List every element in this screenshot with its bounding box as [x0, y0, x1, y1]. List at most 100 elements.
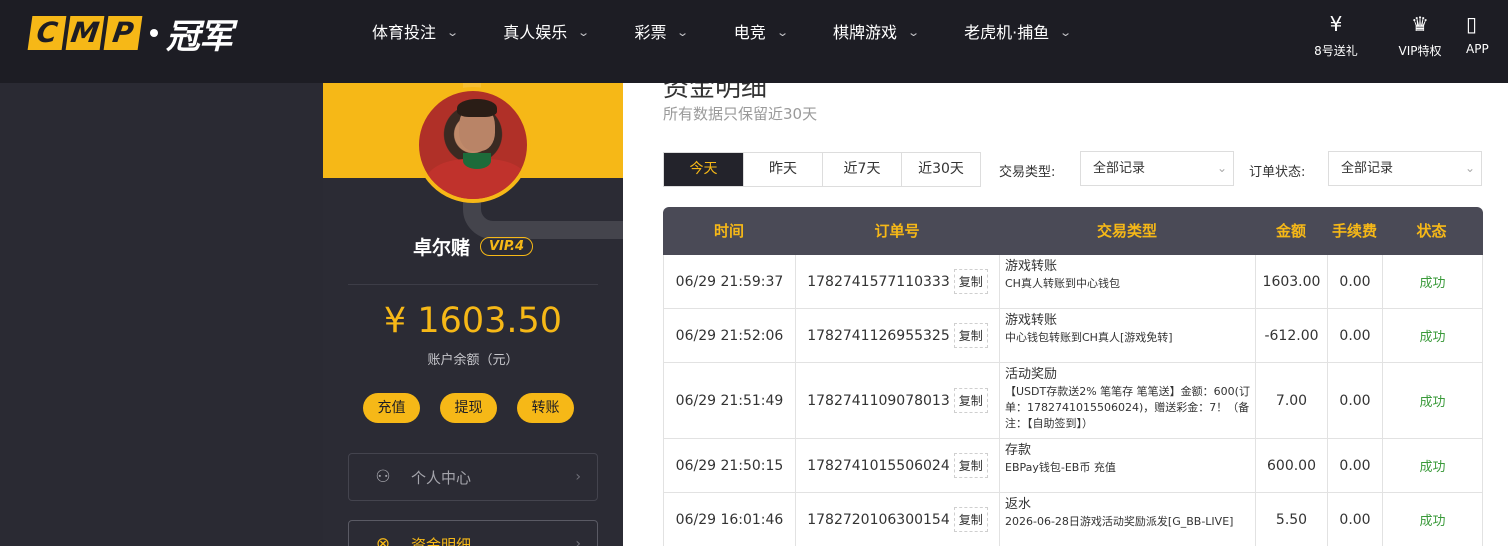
nav-item-sports[interactable]: 体育投注 ⌄ [372, 22, 460, 44]
order-status-select[interactable]: 全部记录 ⌄ [1328, 151, 1482, 186]
cell-time: 06/29 21:50:15 [664, 439, 796, 492]
withdraw-button[interactable]: 提现 [440, 393, 497, 423]
table-header: 时间 订单号 交易类型 金额 手续费 状态 [663, 207, 1483, 255]
nav-label: 彩票 [634, 23, 667, 42]
top-icon-group: ¥8号送礼 ♛ VIP特权 ▯ APP [1292, 12, 1508, 59]
app-download-button[interactable]: ▯ APP [1464, 12, 1508, 59]
tab-last-30-days[interactable]: 近30天 [901, 153, 980, 186]
chevron-down-icon: ⌄ [676, 26, 690, 39]
cell-fee: 0.00 [1328, 255, 1383, 308]
cell-amount: 600.00 [1256, 439, 1328, 492]
tab-yesterday[interactable]: 昨天 [743, 153, 822, 186]
vip-badge[interactable]: VIP.4 [479, 237, 534, 256]
avatar-hair [457, 99, 497, 117]
gift-button[interactable]: ¥8号送礼 [1296, 12, 1376, 59]
type-title: 活动奖励 [1005, 367, 1058, 382]
chevron-down-icon: ⌄ [577, 26, 591, 39]
select-value: 全部记录 [1093, 161, 1146, 176]
cell-type: 游戏转账中心钱包转账到CH真人[游戏免转] [1000, 309, 1256, 362]
nav-label: 电竞 [733, 23, 766, 42]
table-row: 06/29 21:52:06 1782741126955325 复制 游戏转账 中心… [663, 309, 1483, 363]
cell-amount: 5.50 [1256, 493, 1328, 546]
logo-dot [150, 29, 158, 37]
order-number: 1782720106300154 [807, 511, 950, 528]
copy-button[interactable]: 复制 [953, 507, 988, 532]
cell-type: 游戏转账 CH真人转账到中心钱包 [1000, 255, 1256, 308]
chevron-down-icon: ⌄ [1216, 161, 1227, 175]
cell-amount: 1603.00 [1256, 255, 1328, 308]
logo-cn-text: 冠军 [166, 16, 233, 57]
chevron-down-icon: ⌄ [446, 26, 460, 39]
type-desc: 中心钱包转账到CH真人[游戏免转] [1005, 331, 1173, 344]
table-row: 06/29 21:51:49 1782741109078013 复制 活动奖励 【U… [663, 363, 1483, 439]
column-header-order: 订单号 [874, 222, 920, 240]
copy-button[interactable]: 复制 [953, 323, 988, 348]
chevron-right-icon: › [575, 536, 581, 546]
table-row: 06/29 21:59:37 1782741577110333 复制 游戏转账 CH… [663, 255, 1483, 309]
page-subtitle: 所有数据只保留近30天 [663, 105, 818, 123]
nav-label: 棋牌游戏 [832, 23, 897, 42]
type-desc: 【USDT存款送2% 笔笔存 笔笔送】金额：600(订单：17827410155… [1005, 385, 1250, 430]
cell-fee: 0.00 [1328, 363, 1383, 438]
cell-type: 返水 2026-06-28日游戏活动奖励派发[G_BB-LIVE] [1000, 493, 1256, 546]
cell-amount: -612.00 [1256, 309, 1328, 362]
transaction-type-select[interactable]: 全部记录 ⌄ [1080, 151, 1234, 186]
transaction-type-label: 交易类型: [999, 165, 1056, 180]
select-value: 全部记录 [1341, 161, 1394, 176]
yen-coin-icon: ⊗ [375, 534, 391, 546]
avatar-collar [463, 153, 491, 169]
main-panel: 资金明细 所有数据只保留近30天 今天 昨天 近7天 近30天 交易类型: 全部… [623, 83, 1508, 546]
nav-item-card-games[interactable]: 棋牌游戏 ⌄ [832, 22, 920, 44]
order-number: 1782741015506024 [807, 457, 950, 474]
type-desc: EBPay钱包-EB币 充值 [1005, 461, 1116, 474]
transfer-button[interactable]: 转账 [517, 393, 574, 423]
balance-label: 账户余额（元） [427, 353, 519, 368]
phone-icon: ▯ [1466, 12, 1478, 36]
date-range-tabs: 今天 昨天 近7天 近30天 [663, 152, 981, 187]
nav-item-live-casino[interactable]: 真人娱乐 ⌄ [503, 22, 591, 44]
avatar[interactable] [415, 87, 531, 203]
menu-item-fund-details[interactable]: ⊗ 资金明细 › [348, 520, 598, 546]
type-title: 存款 [1005, 443, 1032, 458]
chevron-right-icon: › [575, 469, 581, 485]
username: 卓尔赌 [412, 237, 470, 259]
type-desc: 2026-06-28日游戏活动奖励派发[G_BB-LIVE] [1005, 515, 1234, 528]
cell-fee: 0.00 [1328, 439, 1383, 492]
chevron-down-icon: ⌄ [1464, 161, 1475, 175]
divider [348, 284, 598, 285]
copy-button[interactable]: 复制 [953, 269, 988, 294]
menu-label: 个人中心 [411, 468, 472, 487]
menu-item-personal-center[interactable]: ⚇ 个人中心 › [348, 453, 598, 501]
tab-today[interactable]: 今天 [664, 153, 743, 186]
wallet-actions: 充值 提现 转账 [363, 393, 594, 423]
logo-letter: C [27, 16, 67, 50]
cell-type: 存款 EBPay钱包-EB币 充值 [1000, 439, 1256, 492]
status-badge: 成功 [1419, 460, 1446, 475]
nav-item-esports[interactable]: 电竞 ⌄ [733, 22, 789, 44]
top-navbar: C M P 冠军 体育投注 ⌄ 真人娱乐 ⌄ 彩票 ⌄ 电竞 ⌄ 棋牌游戏 ⌄ 老虎机·捕… [0, 0, 1508, 83]
nav-item-lottery[interactable]: 彩票 ⌄ [634, 22, 690, 44]
type-title: 返水 [1005, 497, 1032, 512]
nav-label: 老虎机·捕鱼 [964, 23, 1050, 42]
logo-letter: M [65, 16, 105, 50]
vip-privilege-button[interactable]: ♛ VIP特权 [1380, 12, 1460, 59]
type-title: 游戏转账 [1005, 313, 1058, 328]
copy-button[interactable]: 复制 [953, 388, 988, 413]
deposit-button[interactable]: 充值 [363, 393, 420, 423]
copy-button[interactable]: 复制 [953, 453, 988, 478]
chevron-down-icon: ⌄ [1059, 26, 1073, 39]
logo-letter: P [103, 16, 143, 50]
crown-icon: ♛ [1411, 12, 1429, 36]
username-row: 卓尔赌 VIP.4 [323, 233, 623, 260]
brand-logo[interactable]: C M P 冠军 [27, 14, 233, 57]
cell-fee: 0.00 [1328, 309, 1383, 362]
order-number: 1782741109078013 [807, 392, 950, 409]
tab-last-7-days[interactable]: 近7天 [822, 153, 901, 186]
nav-item-slots-fishing[interactable]: 老虎机·捕鱼 ⌄ [964, 22, 1073, 44]
cell-type: 活动奖励【USDT存款送2% 笔笔存 笔笔送】金额：600(订单：1782741… [1000, 363, 1256, 438]
column-header-fee: 手续费 [1331, 222, 1377, 240]
cell-time: 06/29 16:01:46 [664, 493, 796, 546]
order-status-label: 订单状态: [1249, 165, 1306, 180]
cell-fee: 0.00 [1328, 493, 1383, 546]
status-badge: 成功 [1419, 514, 1446, 529]
